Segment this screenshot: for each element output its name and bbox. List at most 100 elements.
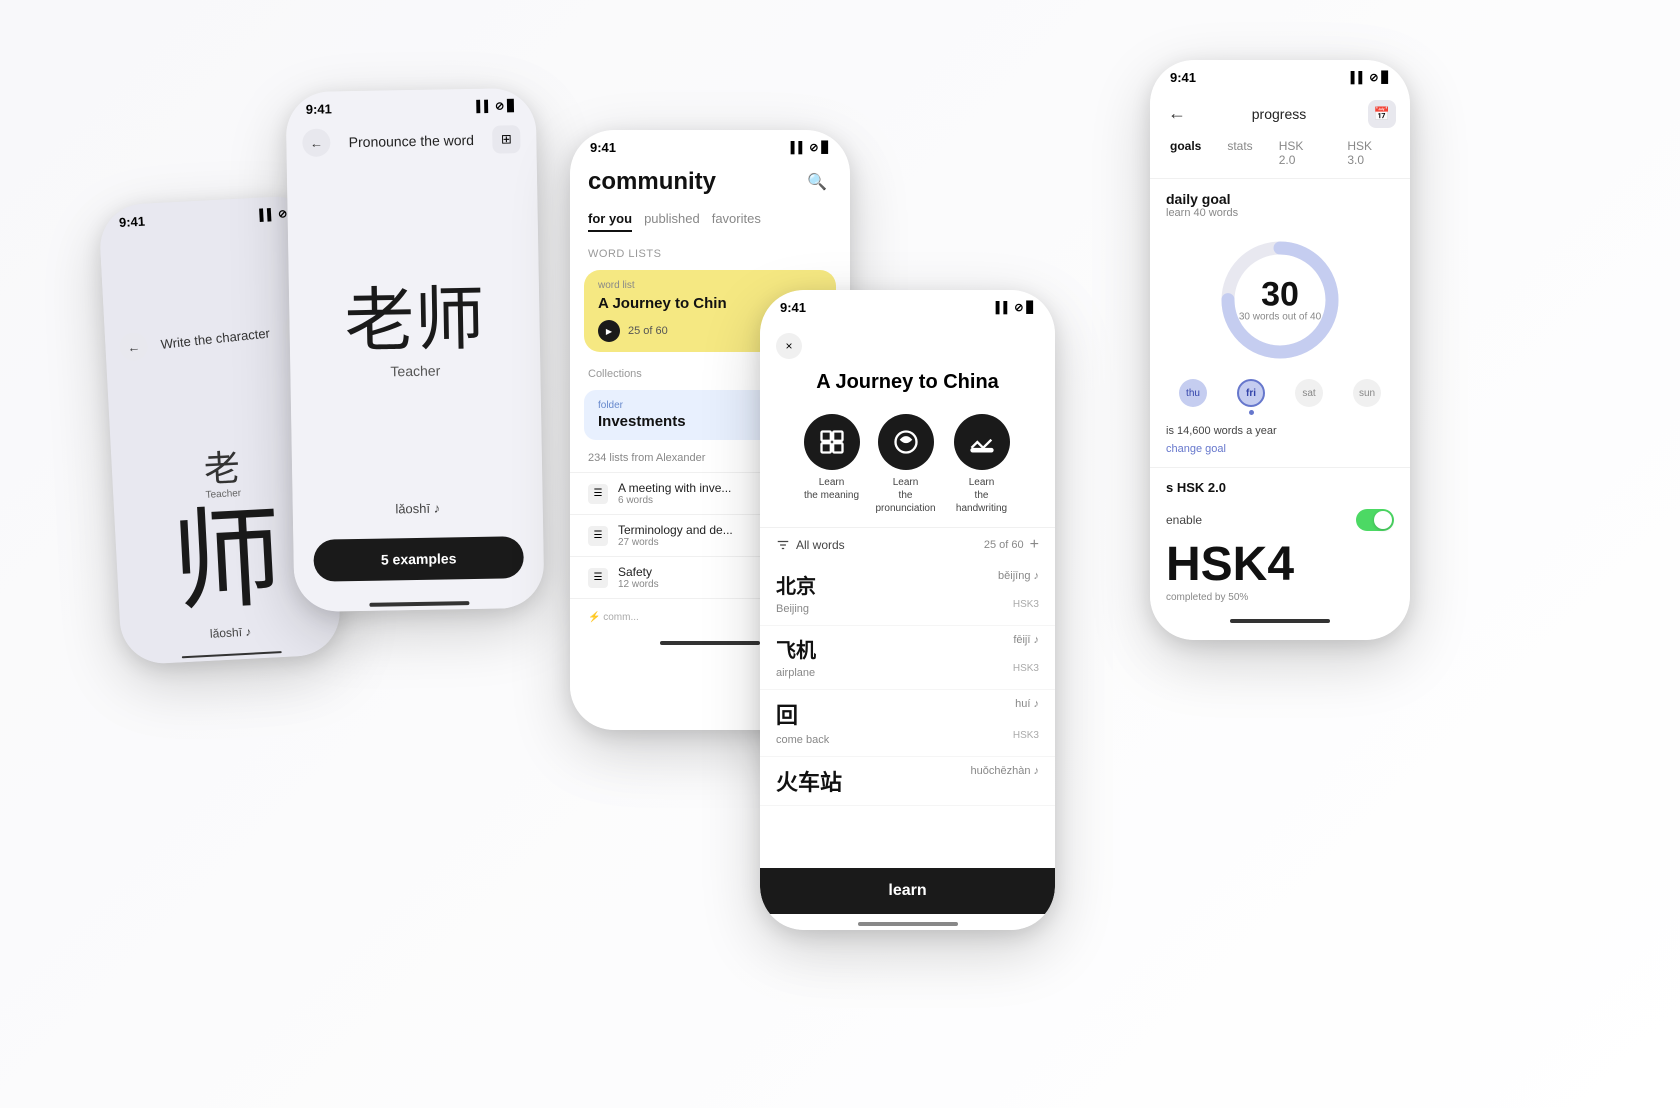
phone-pronounce: 9:41 ▌▌ ⊘ ▊ ← Pronounce the word ⊞ 老师 Te… [285,88,544,612]
status-time-3: 9:41 [590,140,616,155]
learn-pronunciation-item[interactable]: Learnthe pronunciation [876,414,936,515]
learn-handwriting-item[interactable]: Learnthe handwriting [952,414,1012,515]
progress-header: ← progress 📅 [1150,91,1410,132]
learn-pronunciation-label: Learnthe pronunciation [876,476,936,515]
play-count: 25 of 60 [628,325,668,337]
close-button[interactable]: × [776,333,802,359]
filter-row: All words 25 of 60 + [760,527,1055,562]
word-list-card-label: word list [598,280,822,291]
vocab-item-beijing[interactable]: běijīng ♪ 北京 HSK3 Beijing [760,562,1055,626]
learn-bar[interactable]: learn [760,868,1055,914]
vocab-list: běijīng ♪ 北京 HSK3 Beijing fēijī ♪ 飞机 HSK… [760,562,1055,868]
hsk4-sub: completed by 50% [1150,592,1410,611]
filter-count: 25 of 60 [984,539,1024,551]
status-icons-3: ▌▌ ⊘ ▊ [791,141,830,154]
vocab-item-airplane[interactable]: fēijī ♪ 飞机 HSK3 airplane [760,626,1055,690]
modal-header: × [760,321,1055,367]
home-indicator-1 [182,651,282,658]
learn-pronunciation-icon [878,414,934,470]
status-time-4: 9:41 [780,300,806,315]
divider-1 [1150,467,1410,468]
tab-for-you[interactable]: for you [588,207,632,232]
modal-title: A Journey to China [760,367,1055,406]
tab-favorites[interactable]: favorites [712,207,761,232]
grid-icon[interactable]: ⊞ [492,125,520,153]
vocab-pinyin-airplane: fēijī ♪ [1013,634,1039,646]
learn-meaning-icon [804,414,860,470]
scene: 9:41 ▌▌ ⊘ ▊ ← Write the character ··· 老 … [0,0,1680,1108]
vocab-chinese-comeback: 回 [776,703,798,728]
day-sun: sun [1353,379,1381,415]
donut-label: 30 words out of 40 [1239,312,1321,323]
learn-handwriting-label: Learnthe handwriting [952,476,1012,515]
day-fri: fri [1237,379,1265,415]
vocab-pinyin-beijing: běijīng ♪ [998,570,1039,582]
status-bar-4: 9:41 ▌▌ ⊘ ▊ [760,290,1055,321]
community-header-row: community 🔍 [570,161,850,201]
vocab-english-airplane: airplane [776,667,815,679]
status-time-5: 9:41 [1170,70,1196,85]
filter-icon [776,538,790,552]
filter-label: All words [796,538,845,552]
toggle-label: enable [1166,513,1202,527]
learn-button[interactable]: learn [888,882,926,899]
progress-title: progress [1190,106,1368,122]
pinyin-2: lǎoshī ♪ [293,491,544,526]
tab-hsk2[interactable]: HSK 2.0 [1273,136,1328,170]
hsk4-label: HSK4 [1150,537,1410,592]
vocab-item-comeback[interactable]: huí ♪ 回 HSK3 come back [760,690,1055,757]
status-time-2: 9:41 [306,101,332,116]
community-tabs: for you published favorites [570,201,850,238]
stats-text: is 14,600 words a year [1150,421,1410,441]
word-lists-section-label: Word lists [570,238,850,264]
vocab-chinese-station: 火车站 [776,770,842,795]
day-circle-sun: sun [1353,379,1381,407]
nav-title-1: Write the character [160,325,271,351]
tab-goals[interactable]: goals [1164,136,1207,170]
learn-meaning-label: Learnthe meaning [804,476,859,502]
tab-hsk3[interactable]: HSK 3.0 [1341,136,1396,170]
nav-title-2: Pronounce the word [349,132,475,150]
back-button-2[interactable]: ← [302,128,330,156]
hsk-section-title: s HSK 2.0 [1166,480,1394,495]
status-bar-5: 9:41 ▌▌ ⊘ ▊ [1150,60,1410,91]
vocab-hsk-beijing: HSK3 [1013,599,1039,610]
tab-published[interactable]: published [644,207,700,232]
learn-icons-row: Learnthe meaning Learnthe pronunciation … [760,406,1055,527]
examples-button[interactable]: 5 examples [313,536,524,582]
list-item-icon-3: ☰ [588,568,608,588]
vocab-pinyin-comeback: huí ♪ [1015,698,1039,710]
home-indicator-2 [369,601,469,607]
play-button[interactable]: ▶ [598,320,620,342]
phone-progress: 9:41 ▌▌ ⊘ ▊ ← progress 📅 goals stats HSK… [1150,60,1410,640]
vocab-pinyin-station: huǒchēzhàn ♪ [971,765,1040,777]
vocab-chinese-beijing: 北京 [776,576,816,598]
calendar-icon[interactable]: 📅 [1368,100,1396,128]
char-big-2: 老师 [344,284,485,356]
vocab-hsk-comeback: HSK3 [1013,730,1039,741]
status-icons-2: ▌▌ ⊘ ▊ [476,99,516,113]
back-button-5[interactable]: ← [1164,99,1190,128]
daily-goal-title: daily goal [1166,191,1394,207]
status-icons-4: ▌▌ ⊘ ▊ [996,301,1035,314]
day-circle-sat: sat [1295,379,1323,407]
tab-stats[interactable]: stats [1221,136,1258,170]
search-button[interactable]: 🔍 [802,167,832,197]
hsk-toggle[interactable] [1356,509,1394,531]
donut-number: 30 [1239,278,1321,312]
vocab-english-beijing: Beijing [776,603,809,615]
add-word-button[interactable]: + [1030,536,1039,554]
day-dot-fri [1249,410,1254,415]
daily-goal-section: daily goal learn 40 words [1150,179,1410,227]
learn-handwriting-icon [954,414,1010,470]
toggle-row: enable [1150,503,1410,537]
vocab-item-station[interactable]: huǒchēzhàn ♪ 火车站 [760,757,1055,806]
learn-meaning-item[interactable]: Learnthe meaning [804,414,860,515]
daily-goal-sub: learn 40 words [1166,207,1394,219]
change-goal-link[interactable]: change goal [1150,441,1410,463]
bottom-nav-label: ⚡ comm... [588,612,639,623]
status-bar-2: 9:41 ▌▌ ⊘ ▊ [285,88,536,123]
home-indicator-4 [858,922,958,926]
list-item-icon-1: ☰ [588,484,608,504]
back-button-1[interactable]: ← [118,331,149,362]
